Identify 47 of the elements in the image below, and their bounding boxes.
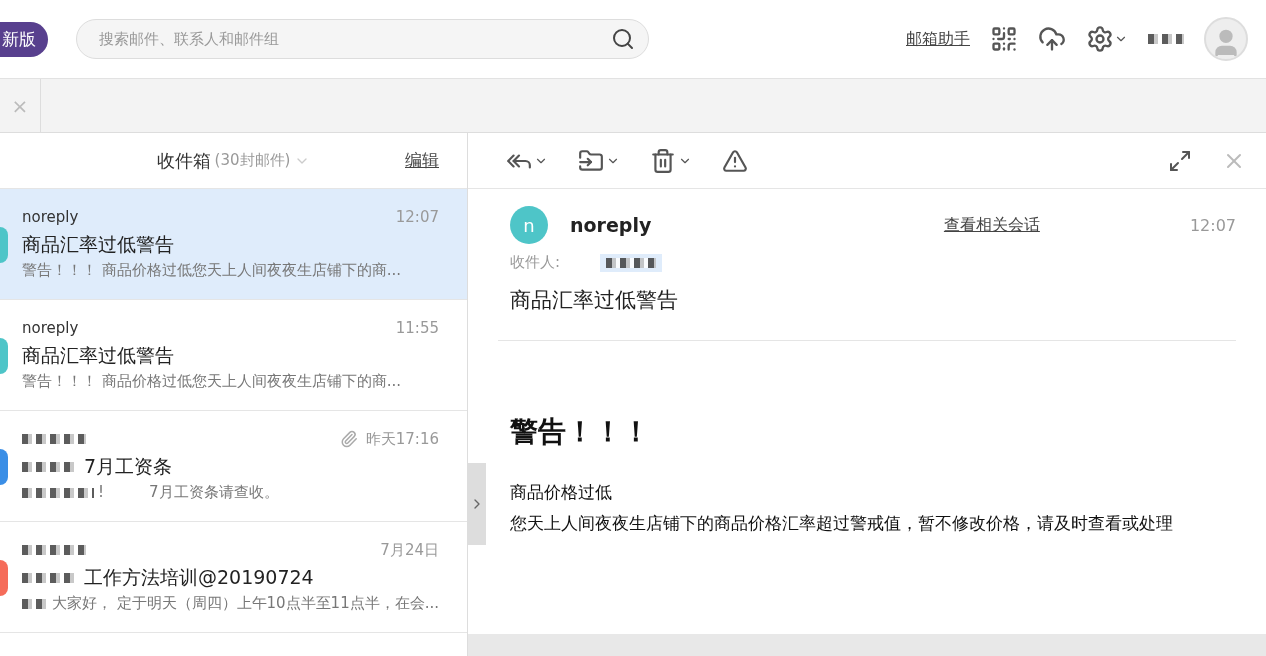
mail-subject: 工作方法培训@20190724 [84,565,314,590]
search-field[interactable]: 搜索邮件、联系人和邮件组 [76,19,649,59]
mail-subject: 商品汇率过低警告 [22,232,174,257]
qr-code-icon[interactable] [990,25,1018,53]
mail-time: 12:07 [1189,215,1236,235]
mailbox-assistant-link[interactable]: 邮箱助手 [906,28,970,50]
sender-name: noreply [22,208,79,226]
mail-count: (30封邮件) [214,151,291,170]
sender-avatar: n [510,206,548,244]
recipient-chip[interactable] [600,253,663,272]
mail-preview: 警告！！！ 商品价格过低您天上人间夜夜生店铺下的商... [22,261,402,280]
recipient-label: 收件人: [510,253,561,272]
trash-icon [650,147,676,174]
warning-icon [722,147,748,174]
mail-paragraph: 您天上人间夜夜生店铺下的商品价格汇率超过警戒值，暂不修改价格，请及时查看或处理 [510,512,1174,535]
mail-time: 昨天17:16 [365,429,439,449]
mail-subject: 商品汇率过低警告 [22,343,174,368]
pixelated-sender [22,545,86,555]
pixelated-text [22,598,48,609]
mail-time: 11:55 [395,319,439,337]
search-icon[interactable] [611,27,635,51]
cloud-upload-icon[interactable] [1038,25,1066,53]
mail-preview: ! 7月工资条请查收。 [98,483,279,502]
new-version-badge[interactable]: 新版 [0,21,48,57]
mail-heading: 警告！！！ [510,414,651,450]
collapse-handle[interactable] [468,463,486,545]
expand-icon[interactable] [1168,148,1192,173]
sender-name: noreply [570,214,652,236]
report-warning-button[interactable] [722,147,748,174]
mail-paragraph: 商品价格过低 [510,481,613,504]
pixelated-sender [22,434,86,444]
pixelated-username[interactable] [1148,34,1184,44]
settings-icon[interactable] [1086,25,1128,53]
pixelated-text [22,487,94,498]
edit-link[interactable]: 编辑 [405,149,439,172]
related-conversation-link[interactable]: 查看相关会话 [943,214,1040,236]
mail-subject: 商品汇率过低警告 [498,286,1236,341]
mail-time: 12:07 [395,208,439,226]
mail-subject: 7月工资条 [84,454,173,479]
delete-button[interactable] [650,147,692,174]
mail-list-item[interactable]: noreply 12:07 商品汇率过低警告 警告！！！ 商品价格过低您天上人间夜夜生店铺下的商... [0,189,467,300]
mail-preview: 警告！！！ 商品价格过低您天上人间夜夜生店铺下的商... [22,372,402,391]
folder-title[interactable]: 收件箱 [156,148,211,173]
mail-time: 7月24日 [380,540,439,560]
mail-preview: 大家好， 定于明天（周四）上午10点半至11点半，在会... [51,594,439,613]
sender-name: noreply [22,319,79,337]
move-button[interactable] [578,147,620,174]
